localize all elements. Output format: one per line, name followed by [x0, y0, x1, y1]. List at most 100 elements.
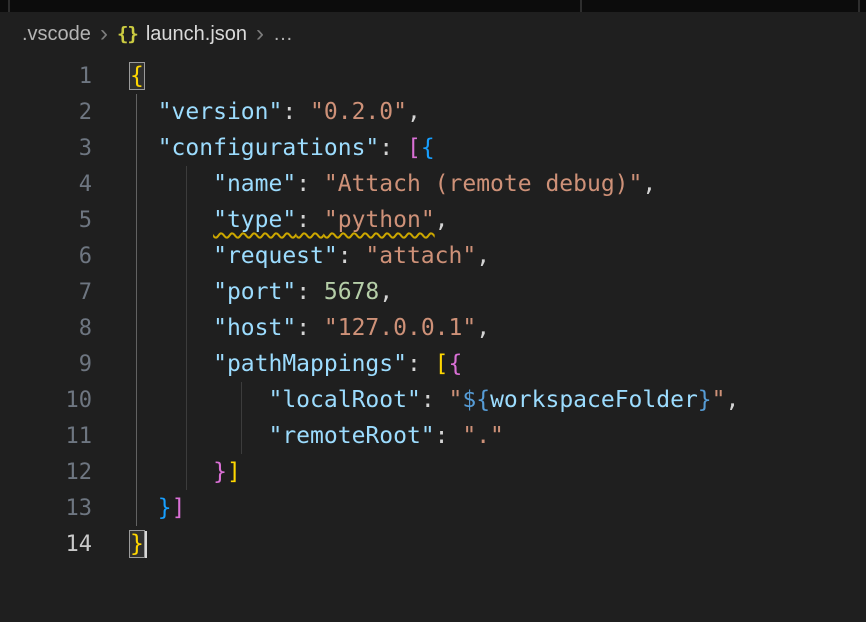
code-line[interactable]: 5 "type": "python",: [0, 202, 866, 238]
code-token: :: [296, 279, 324, 305]
code-token: [130, 279, 213, 305]
code-token: }: [213, 459, 227, 485]
code-token: :: [338, 243, 366, 269]
code-line[interactable]: 8 "host": "127.0.0.1",: [0, 310, 866, 346]
code-text: "type": "python",: [130, 207, 449, 233]
code-token: :: [296, 315, 324, 341]
line-number: 4: [0, 172, 92, 197]
code-line[interactable]: 12 }]: [0, 454, 866, 490]
line-number: 10: [0, 388, 92, 413]
tab-separator: [858, 0, 860, 12]
line-number: 7: [0, 280, 92, 305]
code-token: 5678: [324, 279, 379, 305]
code-token: "configurations": [158, 135, 380, 161]
code-token: "request": [213, 243, 338, 269]
code-text: }: [130, 531, 147, 558]
line-number: 1: [0, 64, 92, 89]
code-line[interactable]: 3 "configurations": [{: [0, 130, 866, 166]
tab-bar-strip: [0, 0, 866, 12]
code-line[interactable]: 1{: [0, 58, 866, 94]
code-token: ": [449, 387, 463, 413]
code-token: ]: [227, 459, 241, 485]
code-token: "localRoot": [268, 387, 420, 413]
code-token: [130, 351, 213, 377]
code-token: [130, 207, 213, 233]
code-token: "127.0.0.1": [324, 315, 476, 341]
code-token: ,: [407, 99, 421, 125]
code-line[interactable]: 11 "remoteRoot": ".": [0, 418, 866, 454]
code-text: "configurations": [{: [130, 135, 435, 161]
line-number: 11: [0, 424, 92, 449]
code-text: "pathMappings": [{: [130, 351, 462, 377]
code-token: "python": [324, 207, 435, 233]
code-token: ,: [642, 171, 656, 197]
code-token: [130, 135, 158, 161]
tab-separator: [8, 0, 10, 12]
line-number: 14: [0, 532, 92, 557]
code-token: [130, 459, 213, 485]
code-token: }: [158, 495, 172, 521]
code-token: :: [379, 135, 407, 161]
code-line[interactable]: 10 "localRoot": "${workspaceFolder}",: [0, 382, 866, 418]
line-number: 8: [0, 316, 92, 341]
code-token: "port": [213, 279, 296, 305]
code-token: [130, 315, 213, 341]
code-text: "port": 5678,: [130, 279, 393, 305]
code-area: 1{2 "version": "0.2.0",3 "configurations…: [0, 58, 866, 562]
code-token: :: [421, 387, 449, 413]
line-number: 9: [0, 352, 92, 377]
code-token: ".": [462, 423, 504, 449]
code-token: [130, 387, 268, 413]
code-token: {: [449, 351, 463, 377]
code-token: {: [421, 135, 435, 161]
code-token: ": [712, 387, 726, 413]
code-token: "type": [213, 207, 296, 233]
code-text: "localRoot": "${workspaceFolder}",: [130, 387, 739, 413]
json-file-icon: {}: [117, 23, 138, 45]
code-token: }: [698, 387, 712, 413]
code-token: :: [296, 171, 324, 197]
breadcrumb-more[interactable]: …: [273, 23, 293, 46]
line-number: 3: [0, 136, 92, 161]
text-cursor: [145, 531, 147, 558]
line-number: 13: [0, 496, 92, 521]
code-token: ${: [462, 387, 490, 413]
code-token: "name": [213, 171, 296, 197]
code-line[interactable]: 13 }]: [0, 490, 866, 526]
code-token: "pathMappings": [213, 351, 407, 377]
code-text: {: [130, 63, 144, 89]
code-text: "request": "attach",: [130, 243, 490, 269]
code-token: }: [130, 531, 144, 557]
code-token: "version": [158, 99, 283, 125]
code-token: [130, 171, 213, 197]
code-token: "0.2.0": [310, 99, 407, 125]
code-token: {: [130, 63, 144, 89]
chevron-right-icon: ›: [99, 22, 109, 46]
breadcrumb-file[interactable]: launch.json: [146, 23, 247, 46]
breadcrumb-folder[interactable]: .vscode: [22, 23, 91, 46]
code-token: :: [435, 423, 463, 449]
code-text: "host": "127.0.0.1",: [130, 315, 490, 341]
code-token: [130, 243, 213, 269]
code-token: ,: [435, 207, 449, 233]
code-token: ,: [726, 387, 740, 413]
code-token: [130, 423, 268, 449]
code-line[interactable]: 4 "name": "Attach (remote debug)",: [0, 166, 866, 202]
editor[interactable]: 1{2 "version": "0.2.0",3 "configurations…: [0, 56, 866, 562]
code-line[interactable]: 6 "request": "attach",: [0, 238, 866, 274]
code-line[interactable]: 2 "version": "0.2.0",: [0, 94, 866, 130]
code-token: ,: [379, 279, 393, 305]
code-text: "version": "0.2.0",: [130, 99, 421, 125]
code-token: :: [407, 351, 435, 377]
code-line[interactable]: 9 "pathMappings": [{: [0, 346, 866, 382]
code-token: "host": [213, 315, 296, 341]
code-token: [130, 99, 158, 125]
code-line[interactable]: 14}: [0, 526, 866, 562]
code-token: :: [282, 99, 310, 125]
chevron-right-icon: ›: [255, 22, 265, 46]
code-token: [130, 495, 158, 521]
indent-guide: [241, 382, 242, 454]
code-token: workspaceFolder: [490, 387, 698, 413]
line-number: 5: [0, 208, 92, 233]
code-line[interactable]: 7 "port": 5678,: [0, 274, 866, 310]
